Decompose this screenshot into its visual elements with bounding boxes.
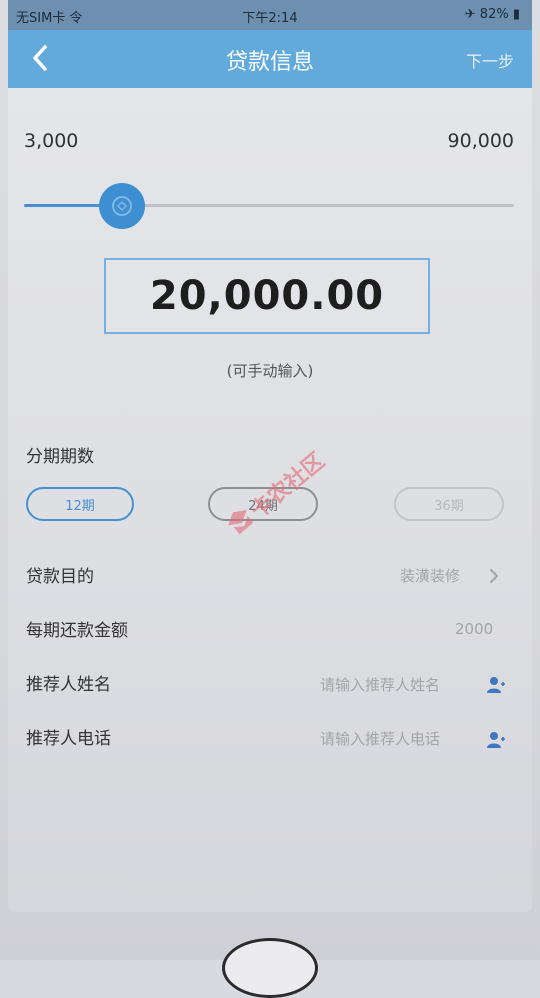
- period-option-36[interactable]: 36期: [394, 487, 504, 521]
- period-option-label: 12期: [65, 498, 95, 514]
- manual-input-hint: (可手动输入): [226, 362, 314, 380]
- slider-max-label: 90,000: [447, 130, 514, 152]
- loan-purpose-select[interactable]: 装潢装修: [400, 565, 460, 586]
- installments-label: 分期期数: [26, 447, 94, 467]
- referrer-phone-input[interactable]: 请输入推荐人电话: [320, 728, 440, 749]
- loan-amount-slider[interactable]: [24, 183, 514, 229]
- loan-purpose-value: 装潢装修: [400, 567, 461, 585]
- referrer-phone-label: 推荐人电话: [26, 729, 111, 749]
- loan-amount-value: 20,000.00: [149, 273, 385, 319]
- loan-amount-input[interactable]: 20,000.00: [104, 258, 430, 334]
- slider-thumb-icon: [112, 196, 132, 216]
- page-title: 贷款信息: [225, 50, 314, 75]
- status-time: 下午2:14: [242, 11, 298, 26]
- referrer-name-input[interactable]: 请输入推荐人姓名: [320, 674, 440, 695]
- loan-purpose-label: 贷款目的: [26, 567, 94, 587]
- slider-thumb[interactable]: [99, 183, 145, 229]
- monthly-payment-value: 2000: [455, 620, 494, 638]
- person-icon[interactable]: [486, 675, 506, 695]
- status-bar: 无SIM卡 令 下午2:14 ✈ 82% ▮: [8, 0, 532, 30]
- referrer-name-label: 推荐人姓名: [26, 675, 111, 695]
- slider-min-label: 3,000: [24, 130, 79, 152]
- app-screen: 无SIM卡 令 下午2:14 ✈ 82% ▮ 贷款信息 下一步 3,000 90…: [8, 0, 532, 912]
- navigation-bar: 贷款信息 下一步: [8, 30, 532, 88]
- next-step-button[interactable]: 下一步: [466, 48, 514, 72]
- person-icon[interactable]: [486, 730, 506, 750]
- period-option-label: 36期: [434, 498, 464, 514]
- phone-frame: 无SIM卡 令 下午2:14 ✈ 82% ▮ 贷款信息 下一步 3,000 90…: [0, 0, 540, 998]
- home-button[interactable]: [222, 938, 318, 998]
- watermark: 卡农社区: [194, 399, 378, 581]
- chevron-right-icon: [490, 569, 498, 583]
- watermark-text: 卡农社区: [246, 448, 330, 525]
- status-battery: ✈ 82% ▮: [464, 7, 520, 22]
- period-option-12[interactable]: 12期: [26, 487, 134, 521]
- monthly-payment-label: 每期还款金额: [26, 621, 128, 641]
